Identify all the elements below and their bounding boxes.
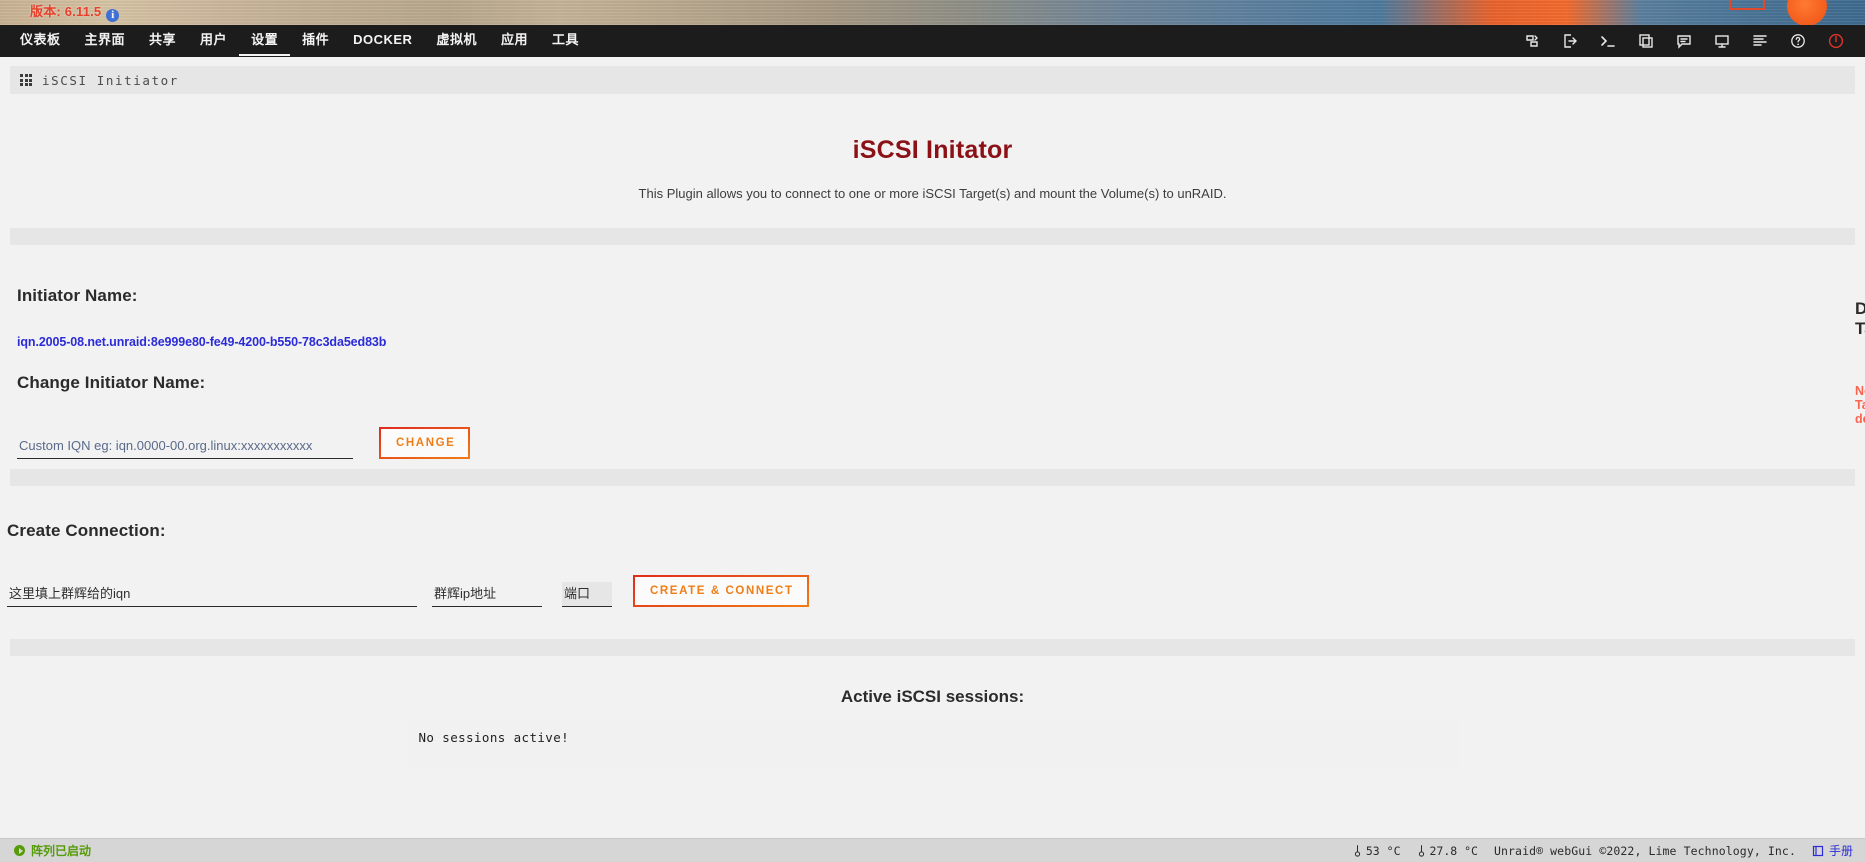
target-ip-input[interactable]	[432, 582, 542, 607]
create-connection-heading: Create Connection:	[7, 521, 1855, 541]
nav-item-settings[interactable]: 设置	[239, 27, 290, 56]
nav-item-vms[interactable]: 虚拟机	[424, 27, 489, 56]
create-connection-row: CREATE & CONNECT	[7, 575, 1855, 607]
target-iqn-input[interactable]	[7, 582, 417, 607]
section-divider-3	[10, 639, 1855, 656]
initiator-name-heading: Initiator Name:	[17, 286, 921, 306]
footer-right-group: 53 °C 27.8 °C Unraid® webGui ©2022, Lime…	[1353, 842, 1853, 859]
header-banner: 版本: 6.11.5 i	[0, 0, 1865, 25]
nav-item-shares[interactable]: 共享	[137, 27, 188, 56]
version-label: 版本: 6.11.5 i	[30, 1, 119, 22]
targets-column: Defined Targets: No Targets defined!	[921, 286, 1855, 459]
nav-item-dashboard[interactable]: 仪表板	[8, 27, 73, 56]
array-status-label: 阵列已启动	[31, 842, 91, 859]
target-port-input[interactable]	[562, 582, 612, 607]
create-connection-section: Create Connection: CREATE & CONNECT	[10, 521, 1855, 607]
no-sessions-message: No sessions active!	[419, 730, 1459, 745]
banner-decor-rect	[1729, 0, 1765, 10]
nav-icon-group	[1523, 32, 1855, 50]
copy-icon[interactable]	[1637, 32, 1655, 50]
plugin-title: iSCSI Initator	[10, 136, 1855, 165]
page-title: iSCSI Initiator	[42, 73, 179, 88]
manual-label: 手册	[1829, 842, 1853, 859]
sessions-section: Active iSCSI sessions: No sessions activ…	[10, 687, 1855, 768]
sync-icon[interactable]	[1523, 32, 1541, 50]
manual-link[interactable]: 手册	[1812, 842, 1853, 859]
nav-item-docker[interactable]: DOCKER	[341, 27, 424, 56]
nav-item-plugins[interactable]: 插件	[290, 27, 341, 56]
version-text: 版本: 6.11.5	[30, 4, 101, 19]
cpu-temp-value: 53 °C	[1366, 844, 1401, 858]
nav-item-users[interactable]: 用户	[188, 27, 239, 56]
section-divider-1	[10, 228, 1855, 245]
power-icon[interactable]	[1827, 32, 1845, 50]
help-icon[interactable]	[1789, 32, 1807, 50]
copyright-text: Unraid® webGui ©2022, Lime Technology, I…	[1494, 844, 1796, 858]
nav-item-apps[interactable]: 应用	[489, 27, 540, 56]
initiator-targets-row: Initiator Name: iqn.2005-08.net.unraid:8…	[10, 286, 1855, 459]
chat-icon[interactable]	[1675, 32, 1693, 50]
info-icon[interactable]: i	[106, 9, 119, 22]
initiator-column: Initiator Name: iqn.2005-08.net.unraid:8…	[10, 286, 921, 459]
sessions-box: No sessions active!	[407, 720, 1459, 768]
nav-items: 仪表板 主界面 共享 用户 设置 插件 DOCKER 虚拟机 应用 工具	[8, 27, 591, 56]
mb-temp-value: 27.8 °C	[1430, 844, 1478, 858]
sessions-heading: Active iSCSI sessions:	[10, 687, 1855, 707]
initiator-iqn-link[interactable]: iqn.2005-08.net.unraid:8e999e80-fe49-420…	[17, 335, 386, 349]
change-button[interactable]: CHANGE	[379, 427, 470, 459]
terminal-icon[interactable]	[1599, 32, 1617, 50]
initiator-name-input[interactable]	[17, 434, 353, 459]
create-connect-button[interactable]: CREATE & CONNECT	[633, 575, 809, 607]
display-icon[interactable]	[1713, 32, 1731, 50]
page-title-bar: iSCSI Initiator	[10, 66, 1855, 94]
change-initiator-row: CHANGE	[17, 427, 921, 459]
change-initiator-heading: Change Initiator Name:	[17, 373, 921, 393]
array-status[interactable]: 阵列已启动	[14, 842, 91, 859]
status-footer: 阵列已启动 53 °C 27.8 °C Unraid® webGui ©2022…	[0, 838, 1865, 862]
main-navigation: 仪表板 主界面 共享 用户 设置 插件 DOCKER 虚拟机 应用 工具	[0, 25, 1865, 57]
grid-icon	[20, 74, 32, 86]
banner-image	[0, 0, 1865, 25]
log-icon[interactable]	[1751, 32, 1769, 50]
cpu-temperature: 53 °C	[1353, 844, 1401, 858]
plugin-subtitle: This Plugin allows you to connect to one…	[10, 186, 1855, 201]
logout-icon[interactable]	[1561, 32, 1579, 50]
play-circle-icon	[14, 845, 25, 856]
main-content: iSCSI Initator This Plugin allows you to…	[0, 136, 1865, 768]
nav-item-main[interactable]: 主界面	[73, 27, 138, 56]
nav-item-tools[interactable]: 工具	[540, 27, 591, 56]
section-divider-2	[10, 469, 1855, 486]
book-icon	[1812, 845, 1824, 857]
mb-temperature: 27.8 °C	[1417, 844, 1478, 858]
